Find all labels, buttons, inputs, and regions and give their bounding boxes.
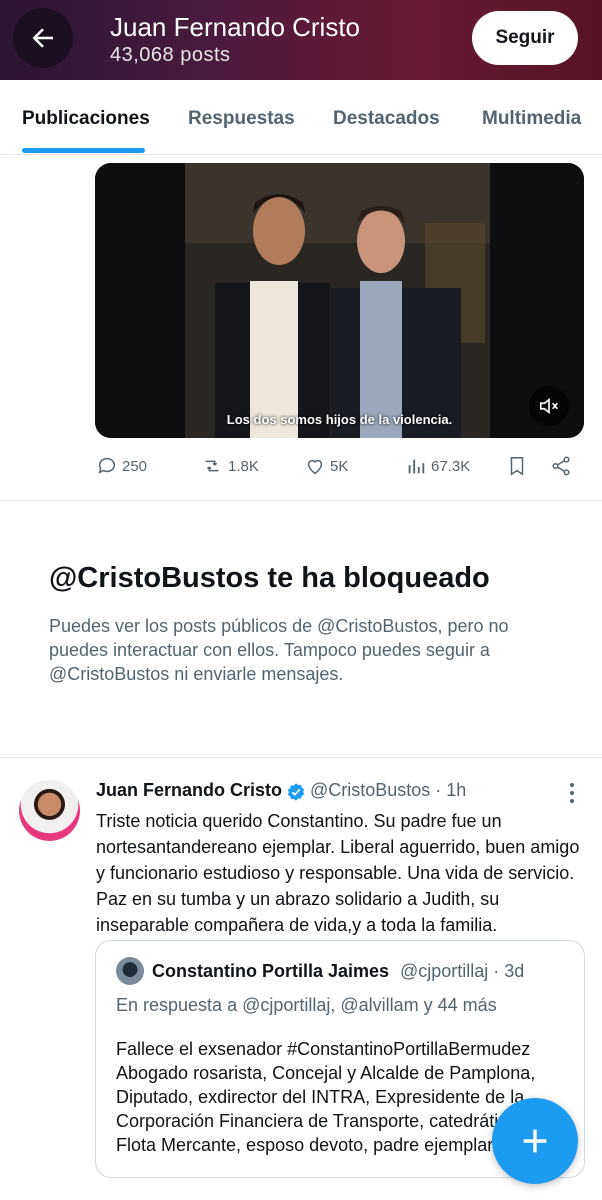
tweet-handle-time: @CristoBustos · 1h — [310, 780, 467, 800]
mute-icon — [539, 397, 558, 415]
bookmark-icon — [510, 457, 524, 476]
profile-tabs: Publicaciones Respuestas Destacados Mult… — [0, 80, 602, 155]
like-count: 5K — [330, 457, 349, 475]
reply-action[interactable]: 250 — [96, 455, 147, 477]
quoted-reply-to: En respuesta a @cjportillaj, @alvillam y… — [116, 995, 497, 1015]
compose-button[interactable] — [492, 1098, 578, 1184]
next-action-row — [95, 1190, 575, 1200]
like-icon — [307, 459, 323, 475]
like-action[interactable]: 5K — [304, 455, 348, 477]
avatar[interactable] — [19, 780, 80, 841]
blocked-title: @CristoBustos te ha bloqueado — [49, 562, 490, 594]
tab-destacados[interactable]: Destacados — [333, 108, 440, 130]
divider — [0, 757, 602, 758]
compose-plus-icon — [523, 1129, 547, 1153]
repost-count: 1.8K — [228, 457, 259, 475]
active-tab-indicator — [22, 148, 145, 153]
back-arrow-icon — [32, 28, 53, 48]
views-icon — [408, 459, 425, 474]
quoted-author-name: Constantino Portilla Jaimes — [152, 961, 390, 981]
reply-icon — [98, 457, 116, 474]
tab-multimedia[interactable]: Multimedia — [482, 108, 581, 130]
follow-button[interactable]: Seguir — [472, 11, 578, 65]
post-count: 43,068 posts — [110, 44, 231, 66]
profile-name: Juan Fernando Cristo — [110, 12, 361, 42]
avatar — [116, 957, 144, 985]
tweet-author-name[interactable]: Juan Fernando Cristo — [96, 780, 282, 801]
blocked-description: Puedes ver los posts públicos de @Cristo… — [49, 616, 509, 684]
repost-action[interactable]: 1.8K — [200, 455, 259, 477]
quoted-handle-time: @cjportillaj · 3d — [400, 961, 525, 981]
views-count: 67.3K — [431, 457, 471, 475]
bookmark-action[interactable] — [506, 455, 528, 477]
video-player[interactable]: Los dos somos hijos de la violencia. — [95, 163, 584, 438]
back-button[interactable] — [13, 8, 73, 68]
video-frame — [95, 163, 584, 438]
more-icon[interactable] — [562, 782, 582, 804]
mute-button[interactable] — [529, 386, 569, 426]
views-action[interactable]: 67.3K — [405, 455, 470, 477]
profile-header: Juan Fernando Cristo 43,068 posts Seguir — [0, 0, 602, 80]
divider — [0, 500, 602, 501]
verified-icon — [287, 783, 305, 801]
repost-icon — [205, 460, 219, 472]
tab-publicaciones[interactable]: Publicaciones — [22, 108, 150, 130]
video-caption: Los dos somos hijos de la violencia. — [226, 412, 453, 427]
share-action[interactable] — [550, 455, 572, 477]
tab-respuestas[interactable]: Respuestas — [188, 108, 295, 130]
reply-count: 250 — [122, 457, 148, 475]
tweet-text: Triste noticia querido Constantino. Su p… — [96, 811, 580, 935]
share-icon — [552, 456, 570, 476]
